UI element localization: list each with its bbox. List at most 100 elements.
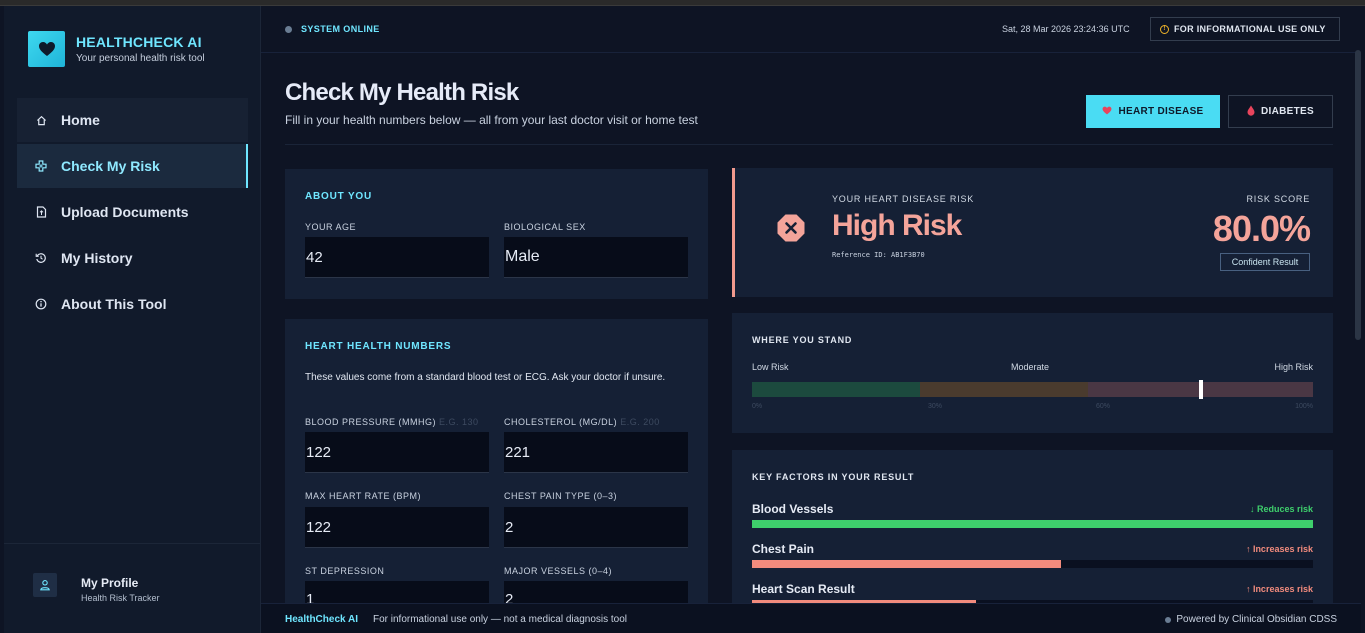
brand-subtitle: Your personal health risk tool	[76, 53, 205, 64]
sidebar-item-history[interactable]: My History	[17, 236, 248, 280]
risk-gauge-bar	[752, 380, 1313, 399]
info-icon	[34, 297, 48, 311]
gauge-marker	[1198, 380, 1203, 399]
where-you-stand-card: WHERE YOU STAND Low Risk Moderate High R…	[732, 313, 1333, 433]
tab-heart-disease[interactable]: HEART DISEASE	[1086, 95, 1220, 128]
zone-low-label: Low Risk	[752, 362, 789, 372]
document-upload-icon	[34, 205, 48, 219]
gauge-low-segment	[752, 382, 920, 397]
sidebar-item-label: Home	[61, 112, 100, 128]
top-header: SYSTEM ONLINE Sat, 28 Mar 2026 23:24:36 …	[261, 6, 1361, 53]
page-title: Check My Health Risk	[285, 79, 519, 106]
app-frame: HEALTHCHECK AI Your personal health risk…	[4, 6, 1361, 633]
blood-pressure-hint: E.G. 130	[439, 417, 479, 427]
page-scrollbar[interactable]	[1355, 50, 1361, 340]
reference-id: Reference ID: AB1F3B70	[832, 251, 925, 259]
informational-badge-text: FOR INFORMATIONAL USE ONLY	[1174, 24, 1326, 34]
factor-name: Blood Vessels	[752, 502, 834, 516]
brand-title: HEALTHCHECK AI	[76, 34, 202, 50]
age-input[interactable]: 42	[305, 237, 489, 278]
factor-effect: ↑ Increases risk	[1245, 584, 1313, 594]
gauge-tick-100: 100%	[1295, 403, 1313, 410]
sidebar-item-upload[interactable]: Upload Documents	[17, 190, 248, 234]
high-risk-octagon-icon	[776, 213, 806, 243]
sidebar-item-home[interactable]: Home	[17, 98, 248, 142]
sidebar-item-label: About This Tool	[61, 296, 167, 312]
factor-bar-fill	[752, 520, 1313, 528]
blood-pressure-input[interactable]: 122	[305, 432, 489, 473]
tab-heart-disease-label: HEART DISEASE	[1118, 106, 1204, 117]
footer: HealthCheck AI For informational use onl…	[261, 603, 1361, 633]
sidebar-nav: Home Check My Risk Upload Documents My H…	[17, 98, 248, 328]
sidebar-item-about[interactable]: About This Tool	[17, 282, 248, 326]
medical-cross-icon	[34, 159, 48, 173]
heart-logo-icon	[28, 31, 65, 67]
sidebar-item-label: Check My Risk	[61, 158, 160, 174]
risk-level: High Risk	[832, 209, 962, 242]
chest-pain-type-label: CHEST PAIN TYPE (0–3)	[504, 491, 618, 501]
cholesterol-input[interactable]: 221	[504, 432, 688, 473]
age-label: YOUR AGE	[305, 222, 357, 232]
profile-section[interactable]: My Profile Health Risk Tracker	[4, 543, 261, 633]
footer-brand: HealthCheck AI	[285, 614, 358, 625]
profile-subtitle: Health Risk Tracker	[81, 593, 160, 603]
chest-pain-type-input[interactable]: 2	[504, 507, 688, 548]
max-heart-rate-label: MAX HEART RATE (BPM)	[305, 491, 422, 501]
sex-label: BIOLOGICAL SEX	[504, 222, 586, 232]
tab-diabetes[interactable]: DIABETES	[1228, 95, 1333, 128]
footer-powered-by: Powered by Clinical Obsidian CDSS	[1165, 614, 1337, 625]
sidebar-item-label: My History	[61, 250, 133, 266]
header-divider	[285, 144, 1333, 145]
factor-effect: ↓ Reduces risk	[1249, 504, 1313, 514]
major-vessels-label: MAJOR VESSELS (0–4)	[504, 566, 613, 576]
key-factors-title: KEY FACTORS IN YOUR RESULT	[752, 472, 915, 482]
gauge-tick-0: 0%	[752, 403, 763, 410]
current-datetime: Sat, 28 Mar 2026 23:24:36 UTC	[1002, 24, 1130, 34]
factor-bar-track	[752, 520, 1313, 528]
powered-by-text: Powered by Clinical Obsidian CDSS	[1176, 614, 1337, 625]
home-icon	[34, 113, 48, 127]
zone-moderate-label: Moderate	[1011, 362, 1050, 372]
sidebar-item-check-risk[interactable]: Check My Risk	[17, 144, 248, 188]
risk-score-value: 80.0%	[1212, 208, 1311, 249]
status-dot-icon	[1165, 616, 1172, 623]
sex-select[interactable]: Male	[504, 237, 688, 278]
gauge-tick-60: 60%	[1096, 403, 1111, 410]
main-content: SYSTEM ONLINE Sat, 28 Mar 2026 23:24:36 …	[261, 6, 1361, 633]
heart-numbers-card: HEART HEALTH NUMBERS These values come f…	[285, 319, 708, 609]
factor-name: Chest Pain	[752, 542, 815, 556]
heart-numbers-note: These values come from a standard blood …	[305, 372, 666, 383]
tab-diabetes-label: DIABETES	[1261, 106, 1314, 117]
confidence-badge: Confident Result	[1220, 253, 1310, 271]
profile-name: My Profile	[81, 576, 139, 590]
blood-pressure-label: BLOOD PRESSURE (MMHG) E.G. 130	[305, 417, 479, 427]
page-subtitle: Fill in your health numbers below — all …	[285, 113, 698, 127]
heart-numbers-title: HEART HEALTH NUMBERS	[305, 341, 452, 352]
brand[interactable]: HEALTHCHECK AI Your personal health risk…	[28, 31, 205, 67]
history-icon	[34, 251, 48, 265]
system-status: SYSTEM ONLINE	[301, 24, 380, 34]
informational-badge: ! FOR INFORMATIONAL USE ONLY	[1150, 17, 1340, 41]
max-heart-rate-input[interactable]: 122	[305, 507, 489, 548]
blood-drop-icon	[1247, 105, 1255, 119]
risk-result-card: YOUR HEART DISEASE RISK High Risk Refere…	[732, 168, 1333, 297]
about-you-card: ABOUT YOU YOUR AGE 42 BIOLOGICAL SEX Mal…	[285, 169, 708, 299]
status-dot-icon	[285, 26, 292, 33]
heart-icon	[1102, 106, 1112, 118]
cholesterol-hint: E.G. 200	[620, 417, 660, 427]
sidebar-item-label: Upload Documents	[61, 204, 189, 220]
user-avatar-icon	[33, 573, 57, 597]
factor-name: Heart Scan Result	[752, 582, 855, 596]
factor-effect: ↑ Increases risk	[1245, 544, 1313, 554]
key-factors-card: KEY FACTORS IN YOUR RESULT Blood Vessels…	[732, 450, 1333, 610]
footer-disclaimer: For informational use only — not a medic…	[373, 614, 628, 625]
risk-score-label: RISK SCORE	[1246, 194, 1310, 204]
factor-bar-fill	[752, 560, 1061, 568]
factor-bar-track	[752, 560, 1313, 568]
risk-label: YOUR HEART DISEASE RISK	[832, 194, 975, 204]
zone-high-label: High Risk	[1274, 362, 1313, 372]
where-you-stand-title: WHERE YOU STAND	[752, 335, 853, 345]
about-you-title: ABOUT YOU	[305, 191, 373, 202]
st-depression-label: ST DEPRESSION	[305, 566, 385, 576]
sidebar: HEALTHCHECK AI Your personal health risk…	[4, 6, 261, 633]
